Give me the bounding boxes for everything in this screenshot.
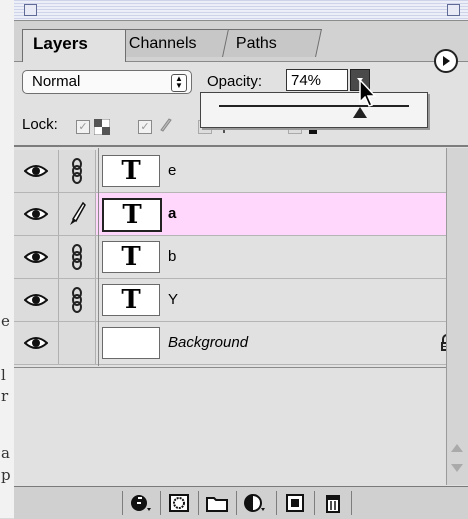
layers-palette: Layers Channels Paths Normal ▲ ▼ Opacity:…: [14, 0, 468, 519]
layer-visibility-toggle[interactable]: [14, 150, 59, 192]
document-letter: e: [1, 312, 10, 330]
layer-thumbnail: [102, 327, 160, 359]
layer-row-background[interactable]: Background: [14, 322, 468, 365]
chain-icon: [72, 244, 82, 270]
vertical-scrollbar[interactable]: [446, 148, 468, 485]
layers-list: T e T a T b T Y Background: [14, 148, 468, 366]
new-adjustment-layer-button[interactable]: [236, 491, 273, 515]
layer-name[interactable]: a: [168, 205, 176, 222]
layer-link-toggle[interactable]: [59, 279, 96, 321]
eye-icon: [24, 208, 48, 220]
document-window-edge: e l r a p: [0, 0, 15, 518]
document-letter: l: [1, 366, 6, 384]
layer-link-toggle[interactable]: [59, 193, 96, 235]
trash-icon: [326, 495, 340, 513]
opacity-slider-track[interactable]: [219, 105, 409, 107]
document-letter: r: [1, 387, 9, 405]
layer-name[interactable]: Y: [168, 291, 178, 308]
layer-link-toggle[interactable]: [59, 236, 96, 278]
layer-row-y[interactable]: T Y: [14, 279, 468, 322]
layer-style-icon: [131, 495, 151, 511]
layers-empty-area: [14, 367, 446, 486]
opacity-label: Opacity:: [207, 73, 263, 90]
chain-icon: [72, 287, 82, 313]
eye-icon: [24, 165, 48, 177]
layer-link-toggle[interactable]: [59, 322, 96, 364]
opacity-input[interactable]: [286, 69, 348, 91]
document-letter: a: [1, 444, 10, 462]
opacity-slider-popup: [200, 92, 428, 128]
layer-visibility-toggle[interactable]: [14, 279, 59, 321]
tab-paths[interactable]: Paths: [222, 29, 322, 57]
lock-pixels-checkbox[interactable]: ✓: [138, 118, 172, 136]
add-mask-button[interactable]: [160, 491, 197, 515]
lock-label: Lock:: [22, 116, 58, 133]
scroll-down-icon[interactable]: [451, 464, 463, 472]
add-layer-style-button[interactable]: [122, 491, 159, 515]
new-layer-icon: [286, 494, 304, 512]
document-letter: p: [1, 466, 11, 484]
layer-thumbnail: T: [102, 198, 162, 232]
layer-row-b[interactable]: T b: [14, 236, 468, 279]
new-set-button[interactable]: [198, 491, 235, 515]
close-box-icon[interactable]: [24, 4, 37, 16]
layer-name[interactable]: Background: [168, 334, 248, 351]
opacity-slider-thumb[interactable]: [352, 107, 367, 118]
zoom-box-icon[interactable]: [447, 4, 460, 16]
divider: [98, 148, 99, 366]
brush-icon: [160, 118, 172, 132]
chain-icon: [72, 158, 82, 184]
layer-thumbnail: T: [102, 284, 160, 316]
eye-icon: [24, 337, 48, 349]
tab-channels[interactable]: Channels: [115, 29, 231, 57]
adjustment-icon: [244, 494, 265, 512]
layer-row-e[interactable]: T e: [14, 150, 468, 193]
layer-thumbnail: T: [102, 155, 160, 187]
mask-icon: [169, 494, 189, 512]
layer-row-a[interactable]: T a: [14, 193, 468, 236]
updown-arrows-icon: ▲ ▼: [171, 74, 187, 92]
layer-visibility-toggle[interactable]: [14, 193, 59, 235]
layer-name[interactable]: b: [168, 248, 176, 265]
panel-menu-icon[interactable]: [434, 49, 458, 73]
blend-mode-select[interactable]: Normal ▲ ▼: [22, 70, 192, 94]
eye-icon: [24, 251, 48, 263]
blend-mode-value: Normal: [32, 73, 81, 90]
divider: [14, 145, 468, 147]
layer-name[interactable]: e: [168, 162, 176, 179]
transparency-icon: [93, 118, 111, 136]
layer-visibility-toggle[interactable]: [14, 236, 59, 278]
brush-icon: [70, 201, 86, 225]
eye-icon: [24, 294, 48, 306]
new-layer-button[interactable]: [276, 491, 313, 515]
scroll-up-icon[interactable]: [451, 444, 463, 452]
layer-link-toggle[interactable]: [59, 150, 96, 192]
layers-bottom-toolbar: [14, 486, 468, 519]
mouse-cursor-icon: [359, 78, 377, 107]
palette-title-bar[interactable]: [14, 0, 468, 21]
layer-visibility-toggle[interactable]: [14, 322, 59, 364]
lock-transparency-checkbox[interactable]: ✓: [76, 118, 111, 136]
delete-layer-button[interactable]: [314, 491, 352, 515]
palette-tabs: Layers Channels Paths: [14, 21, 468, 73]
tab-layers[interactable]: Layers: [22, 29, 126, 62]
layer-thumbnail: T: [102, 241, 160, 273]
folder-icon: [206, 497, 228, 512]
